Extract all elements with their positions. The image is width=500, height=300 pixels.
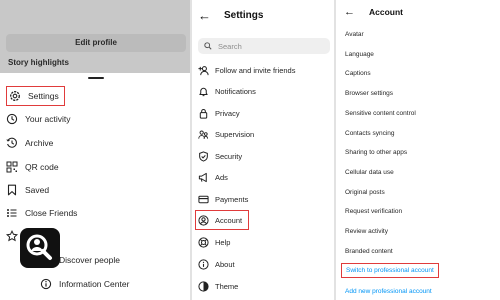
menu-item-label: Saved [25,185,50,195]
account-item-browser-settings[interactable]: Browser settings [345,90,393,97]
add-user-icon [198,65,209,76]
settings-item-theme[interactable]: Theme [198,279,238,293]
settings-item-help[interactable]: Help [198,235,230,249]
settings-item-follow-invite[interactable]: Follow and invite friends [198,63,295,77]
menu-item-your-activity[interactable]: Your activity [6,109,71,129]
info-icon [198,258,209,270]
activity-icon [6,113,18,125]
settings-panel: ← Settings Search Follow and invite frie… [192,0,334,300]
settings-item-label: Security [215,151,243,161]
menu-item-label: Your activity [25,114,71,124]
theme-icon [198,280,209,292]
menu-item-archive[interactable]: Archive [6,133,53,153]
settings-item-supervision[interactable]: Supervision [198,127,254,141]
settings-item-label: Supervision [215,129,255,139]
menu-item-saved[interactable]: Saved [6,180,49,200]
menu-item-label: Settings [28,91,59,101]
account-item-original-posts[interactable]: Original posts [345,189,385,196]
shield-icon [198,150,209,162]
menu-item-qr-code[interactable]: QR code [6,157,59,177]
account-item-cellular-data[interactable]: Cellular data use [345,169,394,176]
account-item-branded-content[interactable]: Branded content [345,248,393,255]
account-item-switch-professional[interactable]: Switch to professional account [341,263,439,278]
settings-item-label: Payments [215,194,249,204]
settings-item-ads[interactable]: Ads [198,170,228,184]
account-item-add-professional[interactable]: Add new professional account [345,288,432,295]
settings-item-label: Help [215,237,231,247]
search-input[interactable]: Search [198,38,330,54]
settings-item-notifications[interactable]: Notifications [198,84,256,98]
dimmed-profile-background: Edit profile Story highlights [0,0,190,73]
profile-menu-panel: Edit profile Story highlights Settings Y… [0,0,190,300]
settings-item-label: About [215,259,235,269]
account-header: ← Account [344,6,403,18]
settings-item-label: Privacy [215,108,240,118]
back-arrow-icon[interactable]: ← [198,8,211,23]
bell-icon [198,86,209,97]
account-icon [198,214,209,226]
settings-item-label: Ads [215,172,228,182]
account-item-avatar[interactable]: Avatar [345,31,364,38]
settings-icon [9,90,21,102]
search-icon [204,42,212,50]
page-title: Settings [224,10,264,21]
sheet-drag-handle[interactable] [88,77,104,79]
settings-item-account[interactable]: Account [195,210,250,230]
search-placeholder: Search [218,41,242,51]
menu-item-label: Archive [25,138,54,148]
card-icon [198,194,209,205]
menu-item-label: Close Friends [25,208,78,218]
settings-item-security[interactable]: Security [198,149,242,163]
settings-item-privacy[interactable]: Privacy [198,106,240,120]
supervision-icon [198,129,209,140]
story-highlights-heading: Story highlights [8,58,69,67]
saved-icon [6,184,18,196]
account-panel: ← Account Avatar Language Captions Brows… [336,0,500,300]
menu-item-close-friends[interactable]: Close Friends [6,203,77,223]
account-item-sharing-apps[interactable]: Sharing to other apps [345,149,407,156]
settings-item-label: Notifications [215,86,256,96]
account-item-contacts-syncing[interactable]: Contacts syncing [345,130,395,137]
archive-icon [6,137,18,149]
settings-item-about[interactable]: About [198,257,235,271]
page-title: Account [369,7,403,17]
settings-item-label: Account [215,215,243,225]
help-icon [198,236,209,248]
account-item-request-verification[interactable]: Request verification [345,208,402,215]
menu-item-settings[interactable]: Settings [6,86,65,106]
close-friends-icon [6,207,18,219]
account-item-language[interactable]: Language [345,51,374,58]
settings-header: ← Settings [198,8,263,23]
lock-icon [198,108,209,119]
account-item-review-activity[interactable]: Review activity [345,228,388,235]
watermark-logo [6,226,74,298]
settings-item-payments[interactable]: Payments [198,192,248,206]
account-item-captions[interactable]: Captions [345,70,371,77]
qr-code-icon [6,161,18,173]
account-item-sensitive-content[interactable]: Sensitive content control [345,110,416,117]
megaphone-icon [198,172,209,183]
settings-item-label: Follow and invite friends [215,65,296,75]
settings-item-label: Theme [215,281,239,291]
menu-item-label: QR code [25,162,59,172]
edit-profile-button[interactable]: Edit profile [6,34,186,52]
back-arrow-icon[interactable]: ← [344,6,355,18]
